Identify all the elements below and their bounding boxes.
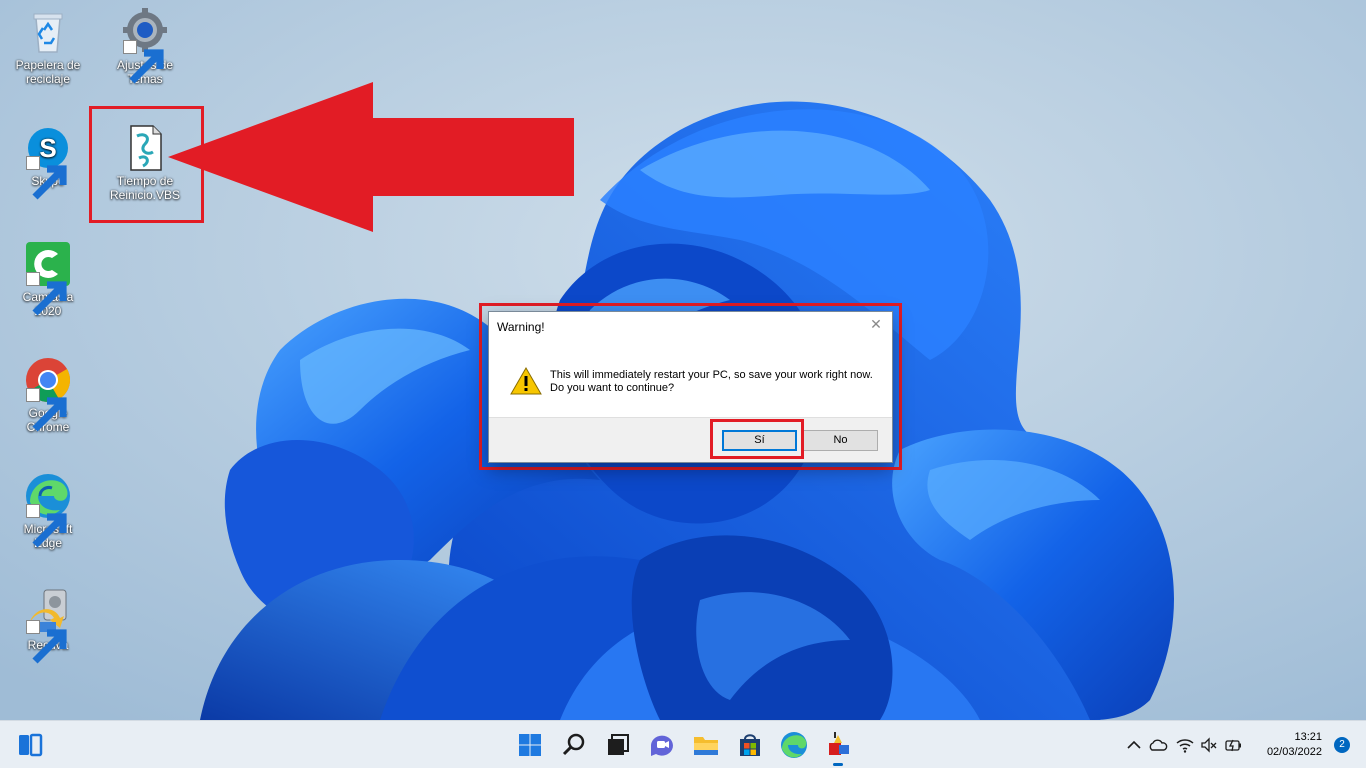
camtasia-icon [24,240,72,316]
start-windows-icon[interactable] [514,729,546,761]
vbs-script-running-icon[interactable] [822,729,854,761]
close-icon[interactable]: ✕ [868,316,884,332]
wifi-icon[interactable] [1175,735,1195,755]
desktop-icon-recuva[interactable]: Recuva [8,588,88,664]
shortcut-arrow-icon [123,40,164,84]
dialog-message: This will immediately restart your PC, s… [550,369,873,394]
dialog-button-bar: Sí No [489,417,892,462]
shortcut-arrow-icon [26,620,67,664]
shortcut-arrow-icon [26,504,67,548]
shortcut-arrow-icon [26,272,67,316]
volume-muted-icon[interactable] [1199,735,1219,755]
pointer-arrow-annotation [168,82,574,232]
search-icon[interactable] [558,729,590,761]
warning-icon [510,366,542,395]
desktop-icon-ajustes-de-temas[interactable]: Ajustes de Temas [105,8,185,86]
desktop-icon-label: Papelera de reciclaje [15,58,81,86]
recuva-icon [24,588,72,664]
battery-charging-icon[interactable] [1223,735,1243,755]
dialog-title: Warning! [497,320,545,334]
file-explorer-icon[interactable] [690,729,722,761]
clock-time: 13:21 [1294,731,1322,743]
edge-icon [24,472,72,548]
task-view-icon[interactable] [602,729,634,761]
chrome-icon [24,356,72,432]
clock-date: 02/03/2022 [1266,746,1322,758]
recycle-bin-icon [24,8,72,56]
desktop-icon-microsoft-edge[interactable]: Microsoft Edge [8,472,88,550]
notification-badge[interactable]: 2 [1334,737,1350,753]
desktop-icon-camtasia[interactable]: Camtasia 2020 [8,240,88,318]
widgets-icon[interactable] [14,729,46,761]
onedrive-cloud-icon[interactable] [1148,735,1168,755]
no-button[interactable]: No [803,430,878,451]
warning-dialog: Warning! ✕ This will immediately restart… [488,311,893,463]
active-app-indicator [833,763,843,766]
gear-icon [121,8,169,84]
desktop-icon-skype[interactable]: S Skype [8,124,88,200]
edge-icon[interactable] [778,729,810,761]
shortcut-arrow-icon [26,156,67,200]
chevron-up-icon[interactable] [1124,735,1144,755]
highlight-box-yes-button [710,419,804,459]
desktop-icon-recycle-bin[interactable]: Papelera de reciclaje [8,8,88,86]
taskbar: 13:21 02/03/2022 2 [0,720,1366,768]
shortcut-arrow-icon [26,388,67,432]
system-clock[interactable]: 13:21 02/03/2022 [1267,730,1322,760]
microsoft-store-icon[interactable] [734,729,766,761]
desktop-icon-google-chrome[interactable]: Google Chrome [8,356,88,434]
skype-icon: S [24,124,72,200]
chat-icon[interactable] [646,729,678,761]
